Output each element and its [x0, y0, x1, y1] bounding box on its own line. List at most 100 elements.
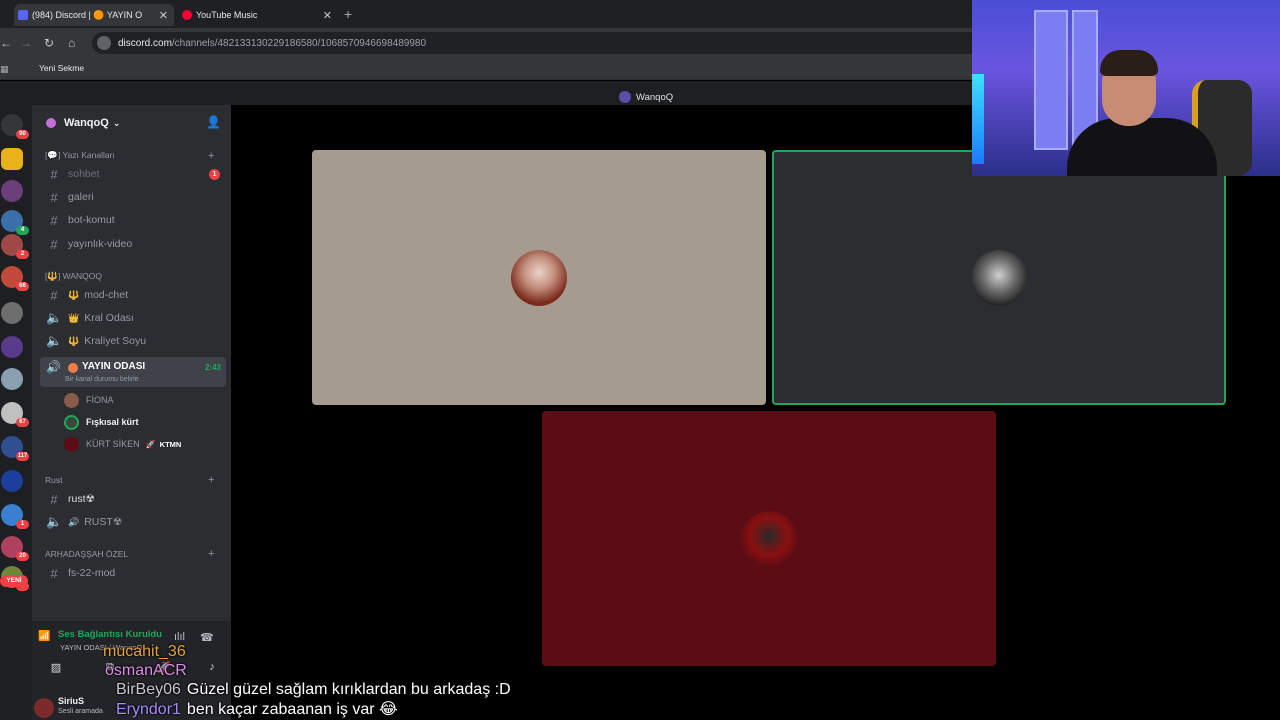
chat-message: Eryndor1 ben kaçar zabaanan iş var 😂: [116, 699, 398, 719]
soundboard-icon[interactable]: ♪: [192, 661, 231, 683]
channel-kraliyet-soyu[interactable]: 🔈 🔱 Kraliyet Soyu: [46, 331, 224, 351]
avatar: [64, 392, 79, 408]
tab-youtube-music[interactable]: YouTube Music ✕: [178, 4, 338, 26]
url-path: /channels/482133130229186580/10685709466…: [171, 37, 427, 49]
server-icon[interactable]: 117: [1, 436, 29, 461]
category-arhadassah-ozel[interactable]: ARHADAŞŞAH ÖZEL +: [45, 548, 214, 560]
voice-member[interactable]: FİONA: [64, 391, 114, 409]
bookmark-new-tab[interactable]: Yeni Sekme: [39, 63, 84, 73]
channel-label: Kral Odası: [84, 312, 134, 324]
site-info-icon[interactable]: [97, 36, 111, 50]
video-tile[interactable]: [542, 411, 996, 666]
voice-channel-yayin-odasi[interactable]: 🔊 YAYIN ODASI Bir kanal durumu belirle 2…: [40, 357, 226, 387]
unread-badge: 90: [16, 130, 29, 139]
category-wanqoq[interactable]: [🔱] WANQOQ: [45, 271, 102, 282]
member-name: KÜRT SİKEN: [86, 439, 140, 449]
orange-circle-icon: [68, 363, 78, 373]
server-icon[interactable]: [1, 470, 23, 492]
trident-icon: 🔱: [68, 335, 80, 346]
back-icon[interactable]: ←: [0, 36, 12, 50]
direct-messages-icon[interactable]: 90: [1, 114, 29, 139]
hash-icon: #: [50, 491, 58, 507]
voice-member[interactable]: KÜRT SİKEN 🚀 KTMN: [64, 435, 181, 453]
member-name: Fışkısal kürt: [86, 417, 139, 427]
participant-avatar: [741, 511, 797, 567]
apps-grid-icon[interactable]: ▦: [0, 64, 9, 75]
channel-rust-voice[interactable]: 🔈 🔊 RUST☢: [46, 512, 224, 532]
hash-icon: #: [50, 212, 58, 228]
server-list: 90 4 2 66 67 117 1 20 6: [0, 106, 32, 720]
new-tab-button[interactable]: +: [344, 6, 352, 22]
invite-people-icon[interactable]: 👤: [206, 115, 221, 129]
channel-bot-komut[interactable]: # bot-komut: [46, 210, 224, 230]
channel-kral-odasi[interactable]: 🔈 👑 Kral Odası: [46, 308, 224, 328]
hash-icon: #: [50, 166, 58, 182]
server-icon[interactable]: [1, 368, 23, 390]
category-label: Rust: [45, 475, 63, 485]
avatar: [64, 414, 79, 430]
channel-sidebar: WanqoQ ⌄ 👤 [💬] Yazı Kanalları + # sohbet 1 …: [32, 105, 231, 720]
user-avatar[interactable]: [34, 698, 54, 718]
member-name: FİONA: [86, 395, 114, 405]
channel-mod-chet[interactable]: # 🔱 mod-chet: [46, 285, 224, 305]
tab-title: (984) Discord | 🟠 YAYIN O: [32, 9, 143, 20]
server-icon[interactable]: [1, 302, 23, 324]
camera-off-icon[interactable]: ▨: [36, 661, 76, 683]
voice-connected-label[interactable]: Ses Bağlantısı Kuruldu: [58, 629, 162, 640]
category-label: [🔱] WANQOQ: [45, 271, 103, 281]
reload-icon[interactable]: ↻: [44, 36, 54, 50]
add-channel-icon[interactable]: +: [208, 150, 214, 162]
youtube-music-favicon-icon: [182, 10, 192, 20]
server-icon[interactable]: 67: [1, 402, 29, 427]
server-icon[interactable]: 20: [1, 536, 29, 561]
video-tile[interactable]: [312, 150, 766, 405]
video-tile-speaking[interactable]: [772, 150, 1226, 405]
channel-label: RUST☢: [84, 516, 123, 528]
channel-label: mod-chet: [84, 289, 128, 301]
unread-badge: 66: [16, 282, 29, 291]
forward-icon[interactable]: →: [20, 36, 32, 50]
speaker-icon: 🔈: [46, 333, 63, 348]
guild-header[interactable]: WanqoQ ⌄ 👤: [32, 105, 231, 141]
category-label: ARHADAŞŞAH ÖZEL: [45, 549, 129, 559]
unread-badge: 67: [16, 418, 29, 427]
streamer-body: [1067, 118, 1217, 176]
server-icon[interactable]: 1: [1, 504, 29, 529]
speaker-name: WanqoQ: [636, 91, 674, 103]
server-icon[interactable]: 66: [1, 266, 29, 291]
channel-rust[interactable]: # rust☢: [46, 489, 224, 509]
channel-galeri[interactable]: # galeri: [46, 187, 224, 207]
noise-suppression-icon[interactable]: ılıl: [174, 631, 185, 643]
channel-sohbet[interactable]: # sohbet 1: [46, 164, 224, 184]
disconnect-icon[interactable]: ☎: [200, 631, 214, 644]
guild-name: WanqoQ: [64, 117, 109, 129]
channel-label: yayınlık-video: [68, 238, 133, 250]
speaker-emoji-icon: 🔊: [68, 516, 80, 527]
home-icon[interactable]: ⌂: [68, 36, 75, 50]
add-channel-icon[interactable]: +: [208, 548, 214, 560]
voice-member[interactable]: Fışkısal kürt: [64, 413, 139, 431]
category-rust[interactable]: Rust +: [45, 474, 214, 486]
lock-server-icon[interactable]: [1, 148, 23, 170]
unread-badge: 20: [16, 552, 29, 561]
server-icon[interactable]: [1, 180, 23, 202]
add-channel-icon[interactable]: +: [208, 474, 214, 486]
channel-label: sohbet: [68, 168, 100, 180]
chat-username: osmanACR: [105, 662, 187, 679]
url-input[interactable]: discord.com/channels/482133130229186580/…: [92, 32, 982, 54]
tab-discord[interactable]: (984) Discord | 🟠 YAYIN O ✕: [14, 4, 174, 26]
server-icon[interactable]: 2: [1, 234, 29, 259]
category-yazi-kanallari[interactable]: [💬] Yazı Kanalları +: [45, 150, 214, 162]
mention-badge: 1: [209, 168, 220, 180]
channel-label: galeri: [68, 191, 94, 203]
close-tab-icon[interactable]: ✕: [159, 9, 168, 22]
channel-status[interactable]: Bir kanal durumu belirle: [65, 376, 139, 383]
server-icon[interactable]: [1, 336, 23, 358]
channel-label: rust☢: [68, 493, 95, 505]
trident-icon: 🔱: [68, 289, 80, 300]
close-tab-icon[interactable]: ✕: [323, 9, 332, 22]
channel-fs-22-mod[interactable]: # fs-22-mod: [46, 563, 224, 583]
server-icon[interactable]: 4: [1, 210, 29, 235]
channel-label: Kraliyet Soyu: [84, 335, 147, 347]
channel-yayinlik-video[interactable]: # yayınlık-video: [46, 234, 224, 254]
